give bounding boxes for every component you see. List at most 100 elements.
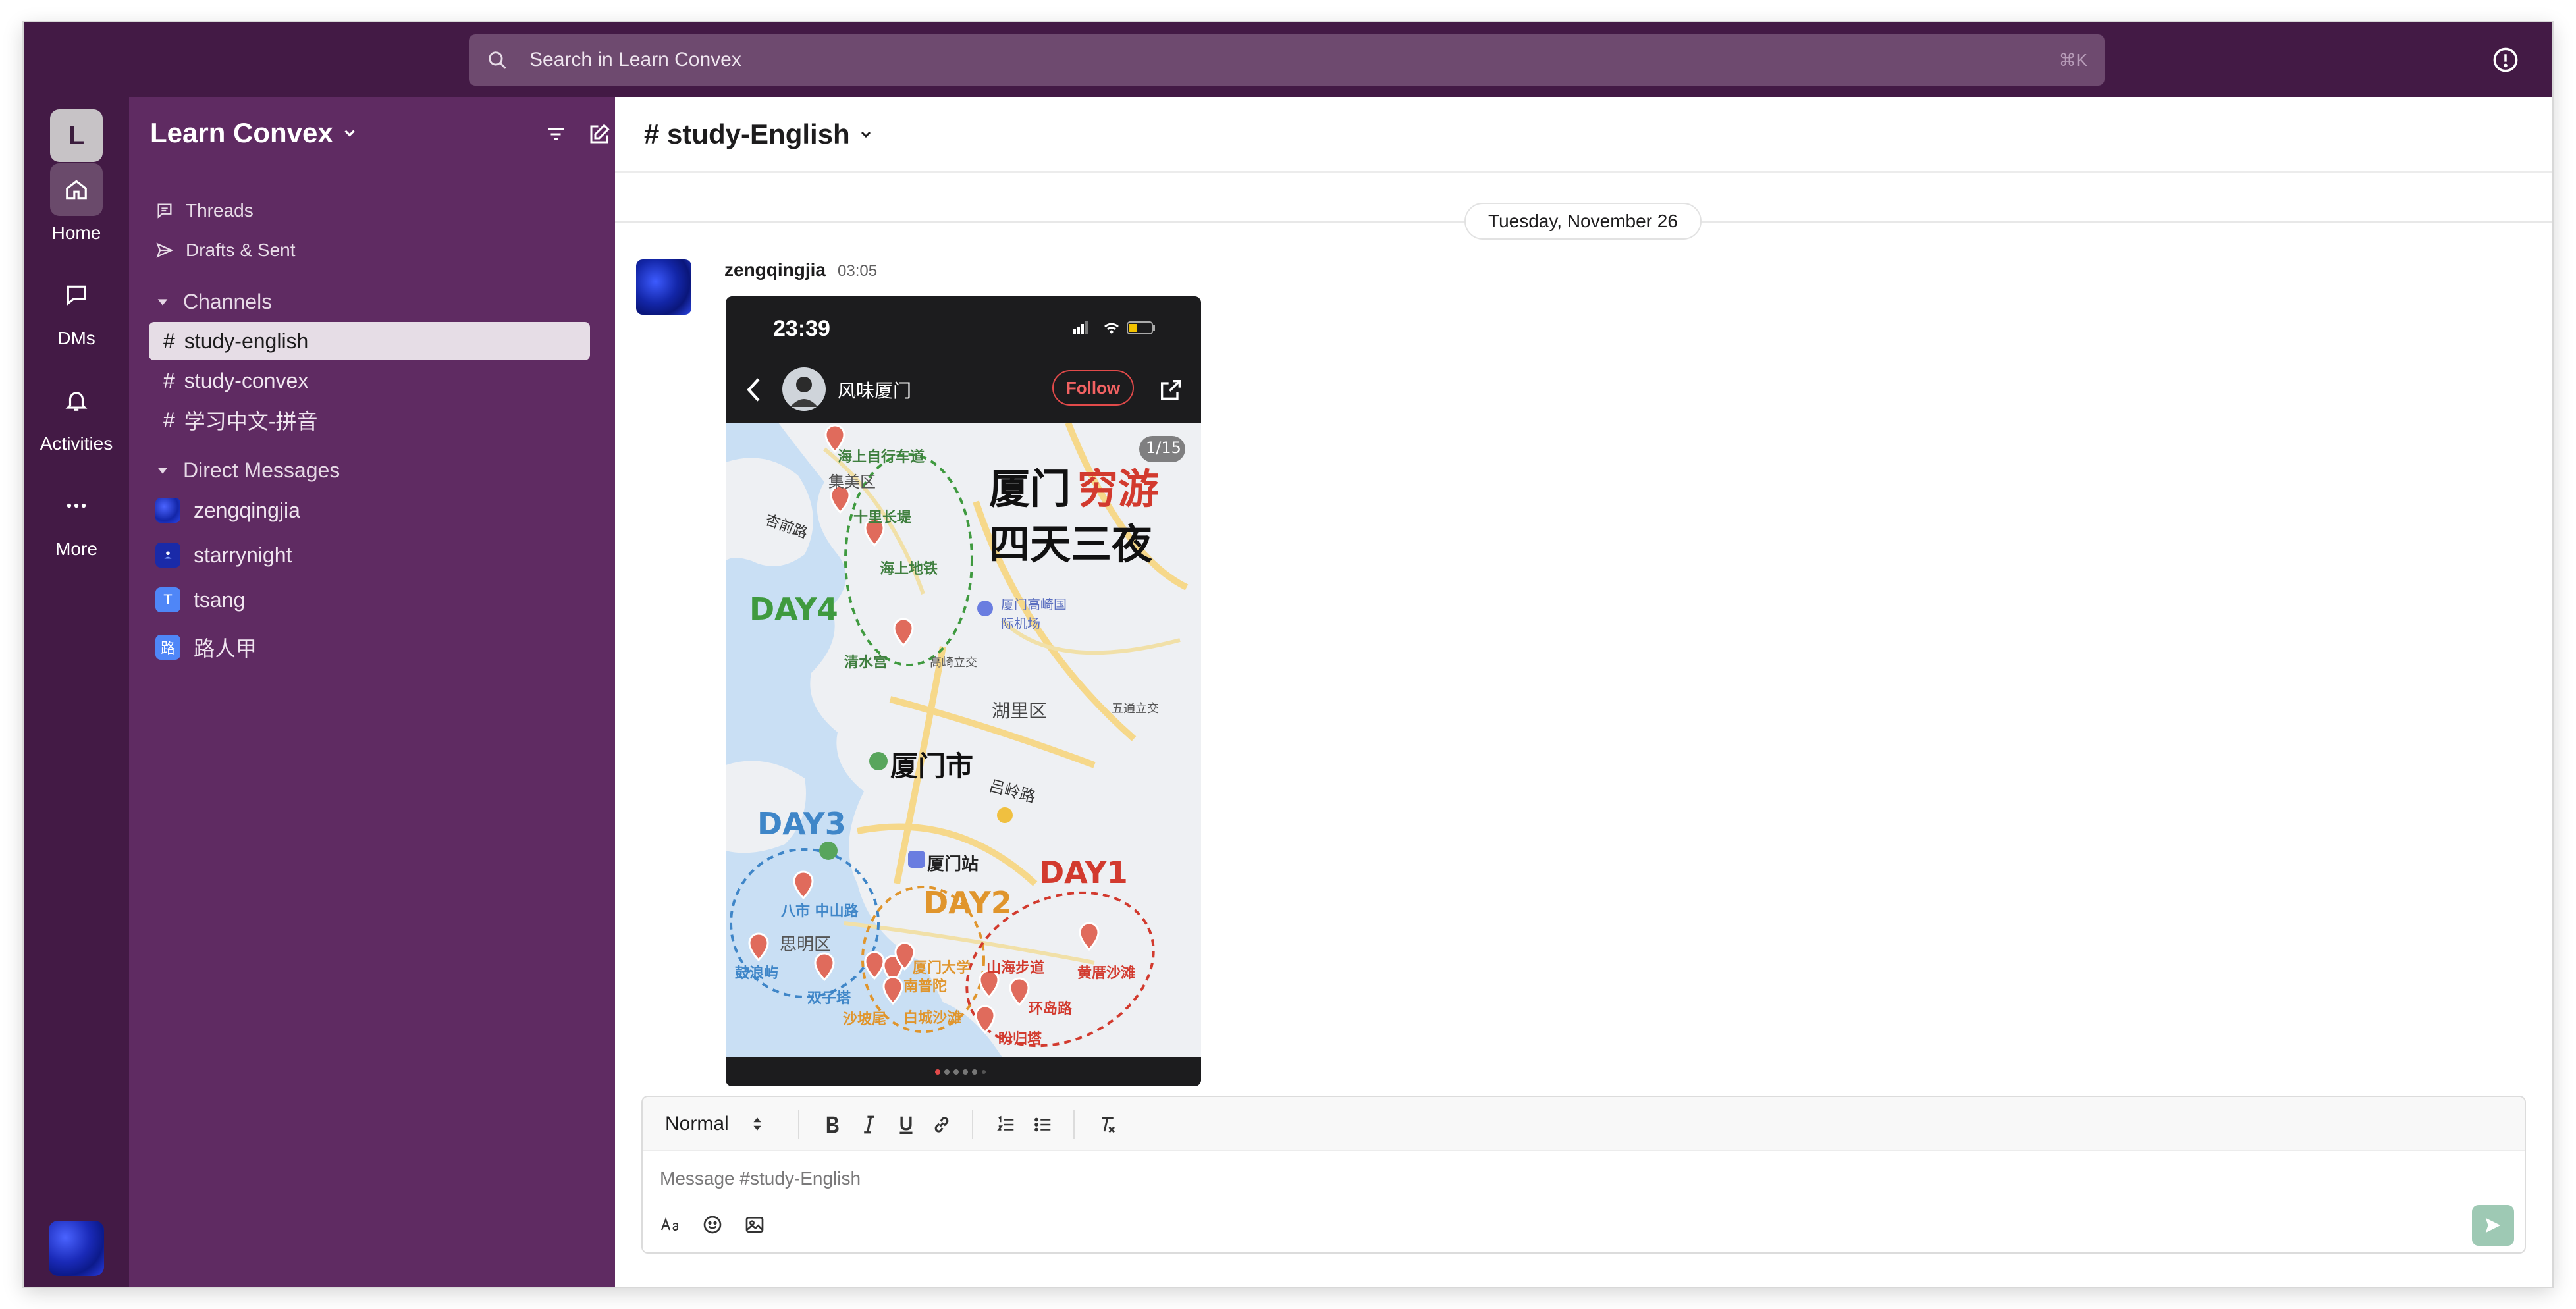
message-avatar[interactable] [636, 259, 691, 315]
sidebar: Learn Convex Threads Drafts & Sent Chann… [129, 97, 615, 1287]
map-place: 集美区 [828, 473, 876, 491]
map-place: 白城沙滩 [903, 1010, 962, 1027]
map-place: 海上地铁 [880, 561, 938, 577]
dm-section-toggle[interactable]: Direct Messages [155, 458, 340, 483]
avatar [155, 543, 180, 568]
message-image-attachment[interactable]: 23:39 风味厦门 Follow 1/15 厦门 穷游 四天三夜 厦门市 DA… [726, 296, 1201, 1086]
avatar: T [155, 587, 180, 612]
travel-map-image: 1/15 厦门 穷游 四天三夜 厦门市 DAY4 DAY3 DAY2 DAY1 … [726, 423, 1201, 1057]
rail-dms-label: DMs [57, 328, 95, 348]
channel-label: study-convex [184, 368, 309, 392]
search-icon [489, 51, 506, 69]
current-user-avatar[interactable] [49, 1221, 104, 1276]
map-place: 双子塔 [807, 990, 851, 1007]
top-bar: Search in Learn Convex ⌘K [24, 22, 2552, 97]
workspace-name: Learn Convex [150, 117, 333, 148]
emoji-button[interactable] [701, 1213, 724, 1237]
map-place: 湖里区 [992, 700, 1048, 722]
formatting-toggle-button[interactable] [658, 1213, 682, 1237]
map-city-label: 厦门市 [890, 750, 974, 782]
ordered-list-button[interactable] [994, 1113, 1018, 1136]
map-place: 厦门站 [927, 855, 979, 874]
send-button[interactable] [2472, 1205, 2514, 1246]
image-counter: 1/15 [1146, 439, 1181, 457]
map-place: 鼓浪屿 [735, 965, 779, 982]
map-place: 沙坡尾 [843, 1011, 887, 1028]
bold-button[interactable] [820, 1113, 844, 1136]
phone-post-header: 风味厦门 Follow [726, 357, 1201, 423]
map-place: 五通立交 [1112, 702, 1159, 716]
rail-home-label: Home [51, 223, 101, 243]
help-icon[interactable] [2492, 46, 2519, 74]
channels-section-toggle[interactable]: Channels [155, 290, 272, 314]
rail-more[interactable]: More [24, 479, 129, 560]
account-avatar [782, 367, 826, 411]
rail-home[interactable]: Home [24, 163, 129, 244]
message-composer: Normal Message #study-English [641, 1096, 2526, 1254]
map-title-a: 厦门 [989, 465, 1071, 513]
rail-activities-label: Activities [40, 433, 113, 454]
home-icon [50, 163, 103, 216]
toolbar-divider [798, 1110, 799, 1139]
chevron-down-icon [861, 131, 871, 138]
status-icons [1073, 321, 1155, 334]
dm-label: starrynight [194, 543, 292, 567]
message-input[interactable]: Message #study-English [660, 1168, 861, 1189]
channel-title-button[interactable]: # study-English [644, 119, 874, 150]
text-style-select[interactable]: Normal [665, 1113, 763, 1135]
search-bar[interactable]: Search in Learn Convex ⌘K [469, 34, 2105, 86]
clear-format-icon [1102, 1117, 1115, 1133]
updown-arrows-icon [753, 1117, 761, 1131]
dm-lurenjia[interactable]: 路 路人甲 [155, 632, 257, 662]
filter-icon[interactable] [544, 122, 568, 146]
sidebar-threads-label: Threads [186, 200, 254, 221]
bullet-list-icon [1034, 1117, 1051, 1132]
dm-tsang[interactable]: T tsang [155, 587, 245, 612]
rail-dms[interactable]: DMs [24, 269, 129, 349]
text-format-icon [660, 1217, 678, 1231]
chat-icon [50, 269, 103, 321]
link-button[interactable] [930, 1113, 953, 1136]
workspace-avatar[interactable]: L [50, 109, 103, 162]
sidebar-drafts[interactable]: Drafts & Sent [155, 240, 296, 261]
workspace-name-button[interactable]: Learn Convex [150, 117, 358, 149]
map-place: 盼归塔 [998, 1031, 1042, 1048]
message-author[interactable]: zengqingjia [724, 259, 826, 280]
rail-more-label: More [55, 539, 97, 559]
phone-status-bar: 23:39 [726, 296, 1201, 357]
channel-chinese-pinyin[interactable]: # 学习中文-拼音 [149, 401, 590, 439]
channel-study-convex[interactable]: # study-convex [149, 361, 590, 400]
channel-title: # study-English [644, 119, 850, 149]
dm-starrynight[interactable]: starrynight [155, 543, 292, 568]
map-place: 十里长堤 [853, 510, 912, 526]
hash-icon: # [163, 329, 175, 353]
chevron-down-icon [344, 130, 355, 137]
underline-button[interactable] [894, 1113, 918, 1136]
channel-header: # study-English [615, 97, 2552, 173]
formatting-toolbar: Normal [643, 1097, 2525, 1151]
channel-study-english[interactable]: # study-english [149, 322, 590, 360]
map-place: 八市 中山路 [781, 903, 859, 920]
bold-icon [826, 1116, 839, 1133]
dm-zengqingjia[interactable]: zengqingjia [155, 498, 300, 523]
bullet-list-button[interactable] [1031, 1113, 1055, 1136]
follow-button: Follow [1052, 370, 1134, 406]
message-timestamp[interactable]: 03:05 [838, 262, 877, 280]
clear-format-button[interactable] [1096, 1113, 1119, 1136]
rail-activities[interactable]: Activities [24, 374, 129, 454]
date-pill[interactable]: Tuesday, November 26 [1464, 203, 1702, 240]
map-title-b: 穷游 [1077, 465, 1160, 513]
workspace-rail: L Home DMs Activities More [24, 97, 129, 1287]
link-icon [934, 1117, 949, 1133]
threads-icon [157, 203, 172, 219]
share-icon [1161, 380, 1181, 400]
toolbar-divider [1073, 1110, 1075, 1139]
attach-image-button[interactable] [743, 1213, 766, 1237]
dm-label: zengqingjia [194, 498, 300, 522]
channel-view: # study-English Tuesday, November 26 zen… [615, 97, 2552, 1287]
carousel-dots [726, 1057, 1201, 1086]
compose-icon[interactable] [587, 122, 611, 146]
search-shortcut: ⌘K [2058, 49, 2087, 70]
italic-button[interactable] [857, 1113, 881, 1136]
sidebar-threads[interactable]: Threads [155, 200, 254, 221]
